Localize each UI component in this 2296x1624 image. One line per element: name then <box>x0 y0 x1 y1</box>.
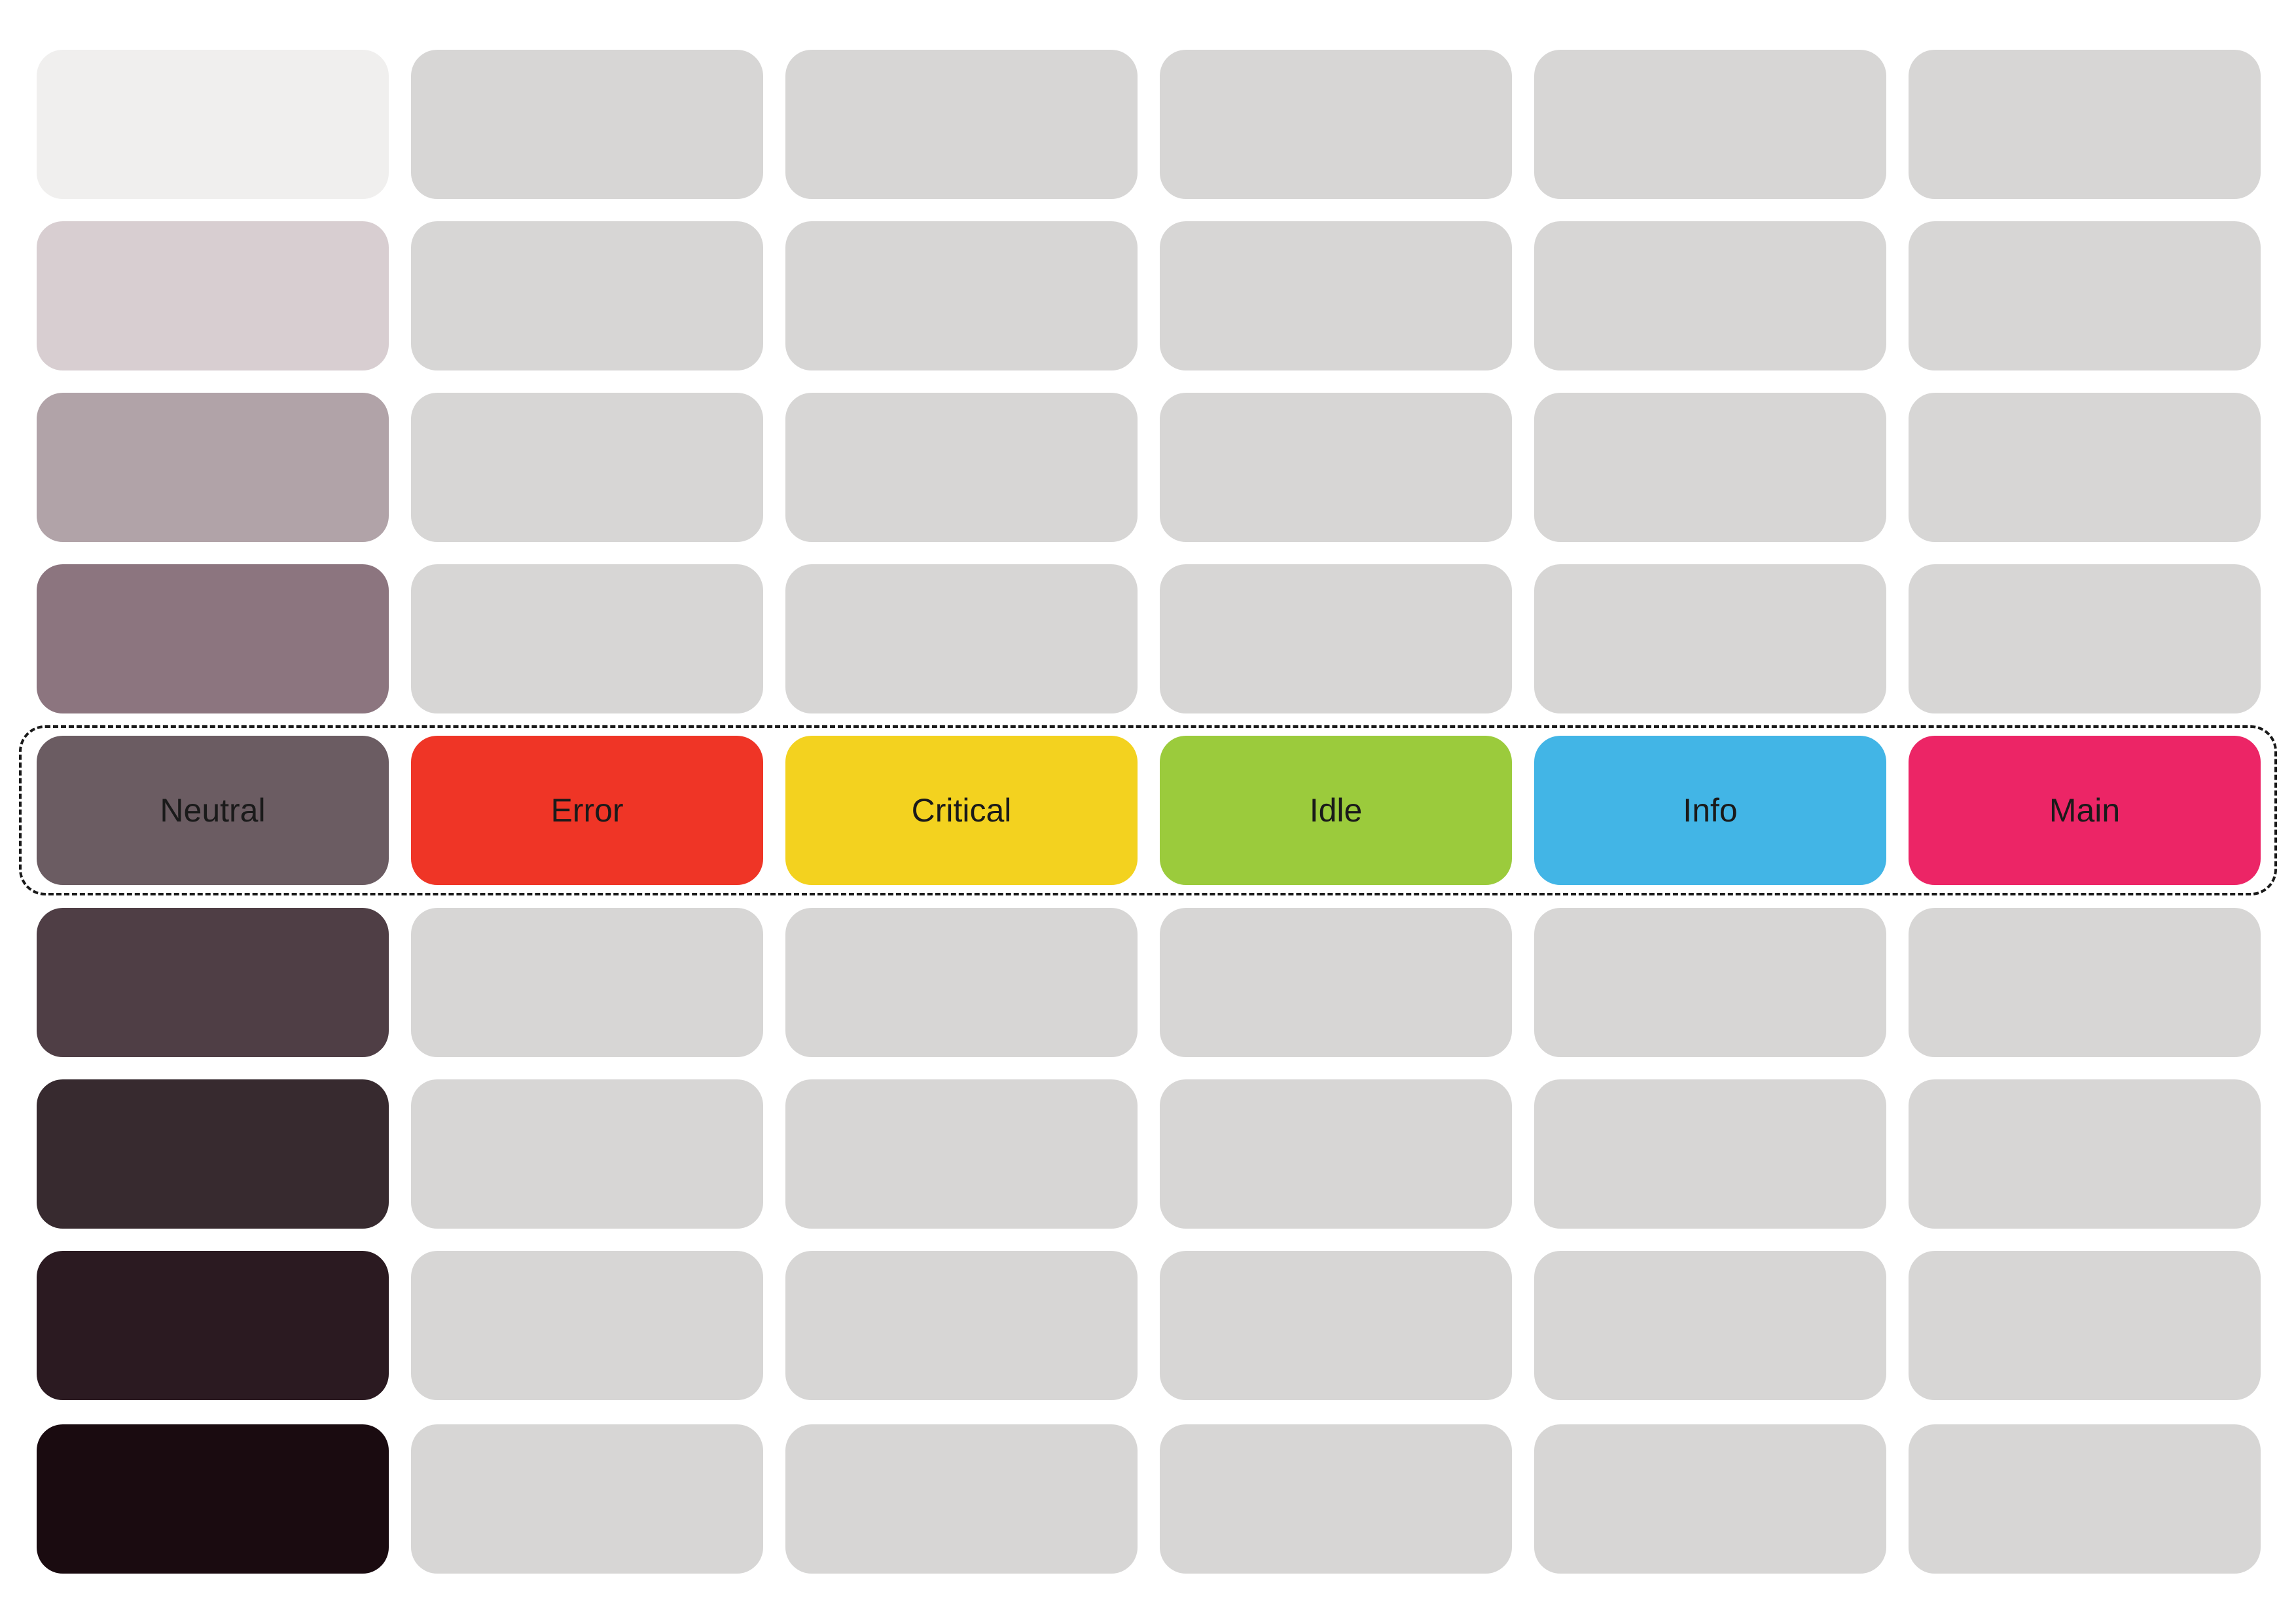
swatch-critical-7[interactable] <box>785 1079 1138 1229</box>
swatch-neutral-2[interactable] <box>37 221 389 370</box>
swatch-idle-7[interactable] <box>1160 1079 1512 1229</box>
swatch-error-9[interactable] <box>411 1424 763 1574</box>
swatch-main-6[interactable] <box>1909 908 2261 1057</box>
swatch-info-2[interactable] <box>1534 221 1886 370</box>
swatch-idle-2[interactable] <box>1160 221 1512 370</box>
swatch-main-1[interactable] <box>1909 50 2261 199</box>
swatch-idle-3[interactable] <box>1160 393 1512 542</box>
swatch-error-3[interactable] <box>411 393 763 542</box>
color-palette-grid: Neutral Error Critical Idle Info Main <box>0 0 2296 1624</box>
swatch-label-error: Error <box>550 792 624 829</box>
swatch-label-main: Main <box>2049 792 2121 829</box>
swatch-info-7[interactable] <box>1534 1079 1886 1229</box>
swatch-critical-2[interactable] <box>785 221 1138 370</box>
swatch-critical-5[interactable]: Critical <box>785 736 1138 885</box>
swatch-error-8[interactable] <box>411 1251 763 1400</box>
swatch-main-8[interactable] <box>1909 1251 2261 1400</box>
swatch-info-3[interactable] <box>1534 393 1886 542</box>
swatch-info-6[interactable] <box>1534 908 1886 1057</box>
swatch-neutral-8[interactable] <box>37 1251 389 1400</box>
swatch-main-5[interactable]: Main <box>1909 736 2261 885</box>
swatch-critical-6[interactable] <box>785 908 1138 1057</box>
swatch-info-8[interactable] <box>1534 1251 1886 1400</box>
swatch-info-1[interactable] <box>1534 50 1886 199</box>
swatch-neutral-5[interactable]: Neutral <box>37 736 389 885</box>
swatch-error-6[interactable] <box>411 908 763 1057</box>
swatch-idle-1[interactable] <box>1160 50 1512 199</box>
swatch-main-3[interactable] <box>1909 393 2261 542</box>
swatch-label-info: Info <box>1683 792 1738 829</box>
swatch-critical-9[interactable] <box>785 1424 1138 1574</box>
swatch-main-2[interactable] <box>1909 221 2261 370</box>
swatch-critical-4[interactable] <box>785 564 1138 713</box>
swatch-idle-5[interactable]: Idle <box>1160 736 1512 885</box>
swatch-info-5[interactable]: Info <box>1534 736 1886 885</box>
swatch-neutral-3[interactable] <box>37 393 389 542</box>
swatch-neutral-7[interactable] <box>37 1079 389 1229</box>
swatch-main-7[interactable] <box>1909 1079 2261 1229</box>
swatch-info-9[interactable] <box>1534 1424 1886 1574</box>
swatch-neutral-1[interactable] <box>37 50 389 199</box>
swatch-error-4[interactable] <box>411 564 763 713</box>
swatch-neutral-9[interactable] <box>37 1424 389 1574</box>
swatch-label-neutral: Neutral <box>160 792 266 829</box>
swatch-neutral-6[interactable] <box>37 908 389 1057</box>
swatch-idle-6[interactable] <box>1160 908 1512 1057</box>
swatch-neutral-4[interactable] <box>37 564 389 713</box>
swatch-critical-1[interactable] <box>785 50 1138 199</box>
swatch-label-critical: Critical <box>911 792 1012 829</box>
swatch-main-4[interactable] <box>1909 564 2261 713</box>
swatch-info-4[interactable] <box>1534 564 1886 713</box>
swatch-error-2[interactable] <box>411 221 763 370</box>
swatch-idle-9[interactable] <box>1160 1424 1512 1574</box>
swatch-error-1[interactable] <box>411 50 763 199</box>
swatch-error-7[interactable] <box>411 1079 763 1229</box>
swatch-idle-4[interactable] <box>1160 564 1512 713</box>
swatch-label-idle: Idle <box>1309 792 1363 829</box>
swatch-error-5[interactable]: Error <box>411 736 763 885</box>
swatch-main-9[interactable] <box>1909 1424 2261 1574</box>
swatch-critical-8[interactable] <box>785 1251 1138 1400</box>
swatch-idle-8[interactable] <box>1160 1251 1512 1400</box>
swatch-critical-3[interactable] <box>785 393 1138 542</box>
